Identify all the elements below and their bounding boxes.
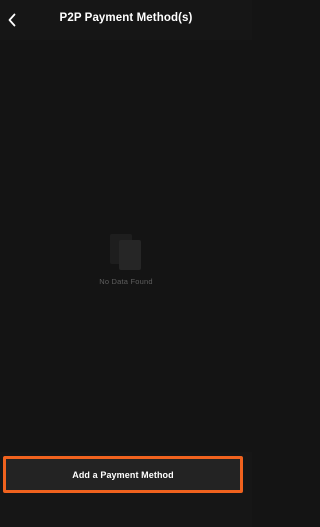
back-button[interactable]	[2, 8, 22, 32]
top-nav-bar: P2P Payment Method(s)	[0, 0, 252, 40]
empty-documents-icon	[110, 234, 141, 270]
empty-state: No Data Found	[0, 232, 252, 286]
p2p-payment-methods-screen: P2P Payment Method(s) No Data Found Add …	[0, 0, 252, 527]
add-payment-method-button[interactable]: Add a Payment Method	[3, 456, 243, 493]
chevron-left-icon	[8, 13, 16, 27]
empty-state-message: No Data Found	[99, 277, 153, 286]
page-title: P2P Payment Method(s)	[59, 12, 193, 24]
